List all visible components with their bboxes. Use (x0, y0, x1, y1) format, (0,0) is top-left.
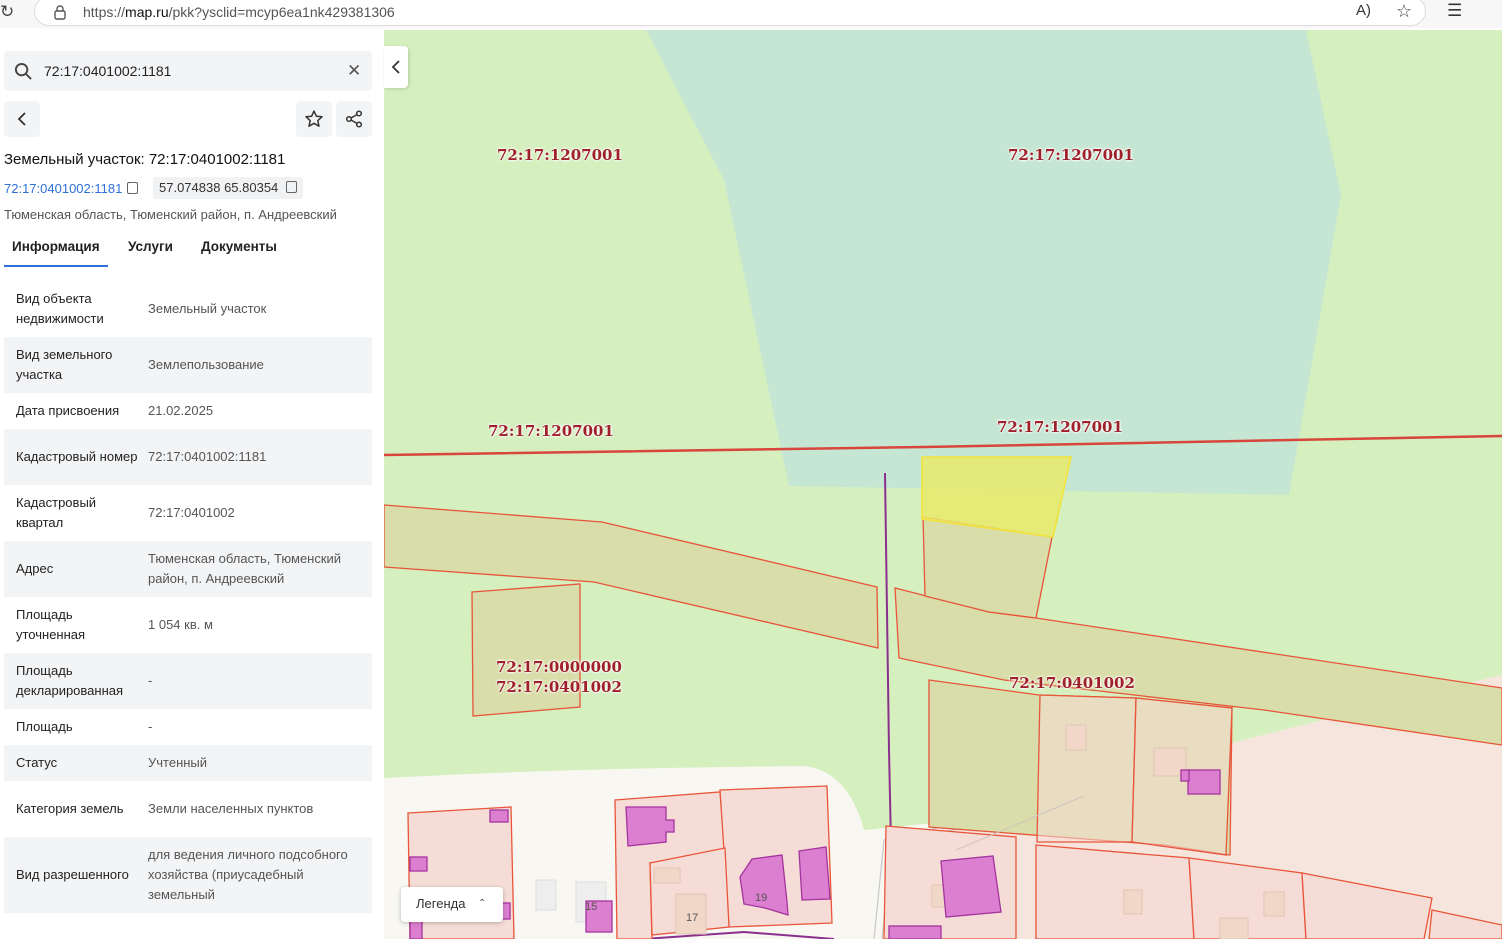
table-row: Статус Учтенный (4, 745, 372, 781)
back-button[interactable] (4, 101, 40, 137)
info-panel: ✕ Земельный участок: 72:17:0401002:1181 … (0, 30, 384, 939)
table-row: Кадастровый квартал 72:17:0401002 (16, 495, 235, 530)
map-label-cadastral: 72:17:0401002 (1009, 674, 1135, 692)
table-row: Категория земель Земли населенных пунктов (16, 801, 314, 816)
star-icon (305, 110, 323, 127)
legend-button[interactable]: Легенда ⌃ (401, 887, 503, 922)
table-row: Площадь декларированная - (4, 653, 372, 709)
share-icon (345, 110, 363, 128)
browser-toolbar: ↻ https://map.ru/pkk?ysclid=mcyp6ea1nk42… (0, 0, 1502, 28)
reload-icon[interactable]: ↻ (0, 1, 20, 23)
object-title: Земельный участок: 72:17:0401002:1181 (4, 151, 286, 168)
tab-documents[interactable]: Документы (201, 239, 277, 254)
object-address: Тюменская область, Тюменский район, п. А… (4, 207, 337, 222)
table-row: Кадастровый номер 72:17:0401002:1181 (4, 429, 372, 485)
map-label-cadastral: 72:17:1207001 (488, 422, 614, 440)
tabs: Информация Услуги Документы (4, 234, 372, 267)
share-button[interactable] (336, 101, 372, 137)
chevron-left-icon (17, 112, 26, 126)
table-row: Площадь уточненная 1 054 кв. м (16, 607, 213, 642)
table-row: Адрес Тюменская область, Тюменский район,… (4, 541, 372, 597)
url-text[interactable]: https://map.ru/pkk?ysclid=mcyp6ea1nk4293… (83, 4, 395, 20)
table-row: Вид объекта недвижимости Земельный участо… (16, 291, 267, 326)
map-label-cadastral: 72:17:1207001 (997, 418, 1123, 436)
active-tab-indicator (4, 265, 108, 267)
map-label-cadastral: 72:17:1207001 (1008, 146, 1134, 164)
chevron-up-icon: ⌃ (478, 898, 487, 909)
clear-icon[interactable]: ✕ (347, 61, 361, 81)
search-input[interactable] (44, 60, 334, 82)
tab-services[interactable]: Услуги (128, 239, 173, 254)
collapse-panel-button[interactable] (384, 46, 408, 88)
map-canvas[interactable] (384, 30, 1502, 939)
properties-table: Вид объекта недвижимости Земельный участо… (4, 281, 372, 913)
read-aloud-icon[interactable]: A) (1356, 2, 1371, 19)
table-row: Дата присвоения 21.02.2025 (16, 403, 214, 418)
map-label-cadastral: 72:17:0401002 (496, 678, 622, 696)
map-label-cadastral: 72:17:0000000 (496, 658, 622, 676)
table-row: Площадь - (16, 719, 153, 734)
search-icon[interactable] (14, 62, 33, 81)
map-label-cadastral: 72:17:1207001 (497, 146, 623, 164)
legend-label: Легенда (416, 896, 466, 911)
cadastral-number-link[interactable]: 72:17:0401002:1181 (4, 181, 139, 196)
favorite-button[interactable] (296, 101, 332, 137)
house-number: 17 (686, 912, 699, 924)
chevron-left-icon (391, 60, 400, 74)
table-row: Вид разрешенного для ведения личного подс… (4, 837, 372, 913)
tab-information[interactable]: Информация (12, 239, 100, 254)
house-number: 15 (585, 901, 598, 913)
copy-icon[interactable] (127, 182, 139, 194)
copy-icon[interactable] (286, 181, 298, 193)
house-number: 19 (755, 892, 768, 904)
coordinates-badge[interactable]: 57.074838 65.80354 (153, 177, 304, 199)
favorite-star-icon[interactable]: ☆ (1396, 1, 1412, 22)
lock-icon[interactable] (52, 4, 68, 20)
table-row: Вид земельного участка Землепользование (4, 337, 372, 393)
map-view[interactable]: 72:17:1207001 72:17:1207001 72:17:120700… (384, 30, 1502, 939)
favorites-list-icon[interactable]: ☰ (1447, 1, 1462, 21)
search-box: ✕ (4, 51, 372, 91)
